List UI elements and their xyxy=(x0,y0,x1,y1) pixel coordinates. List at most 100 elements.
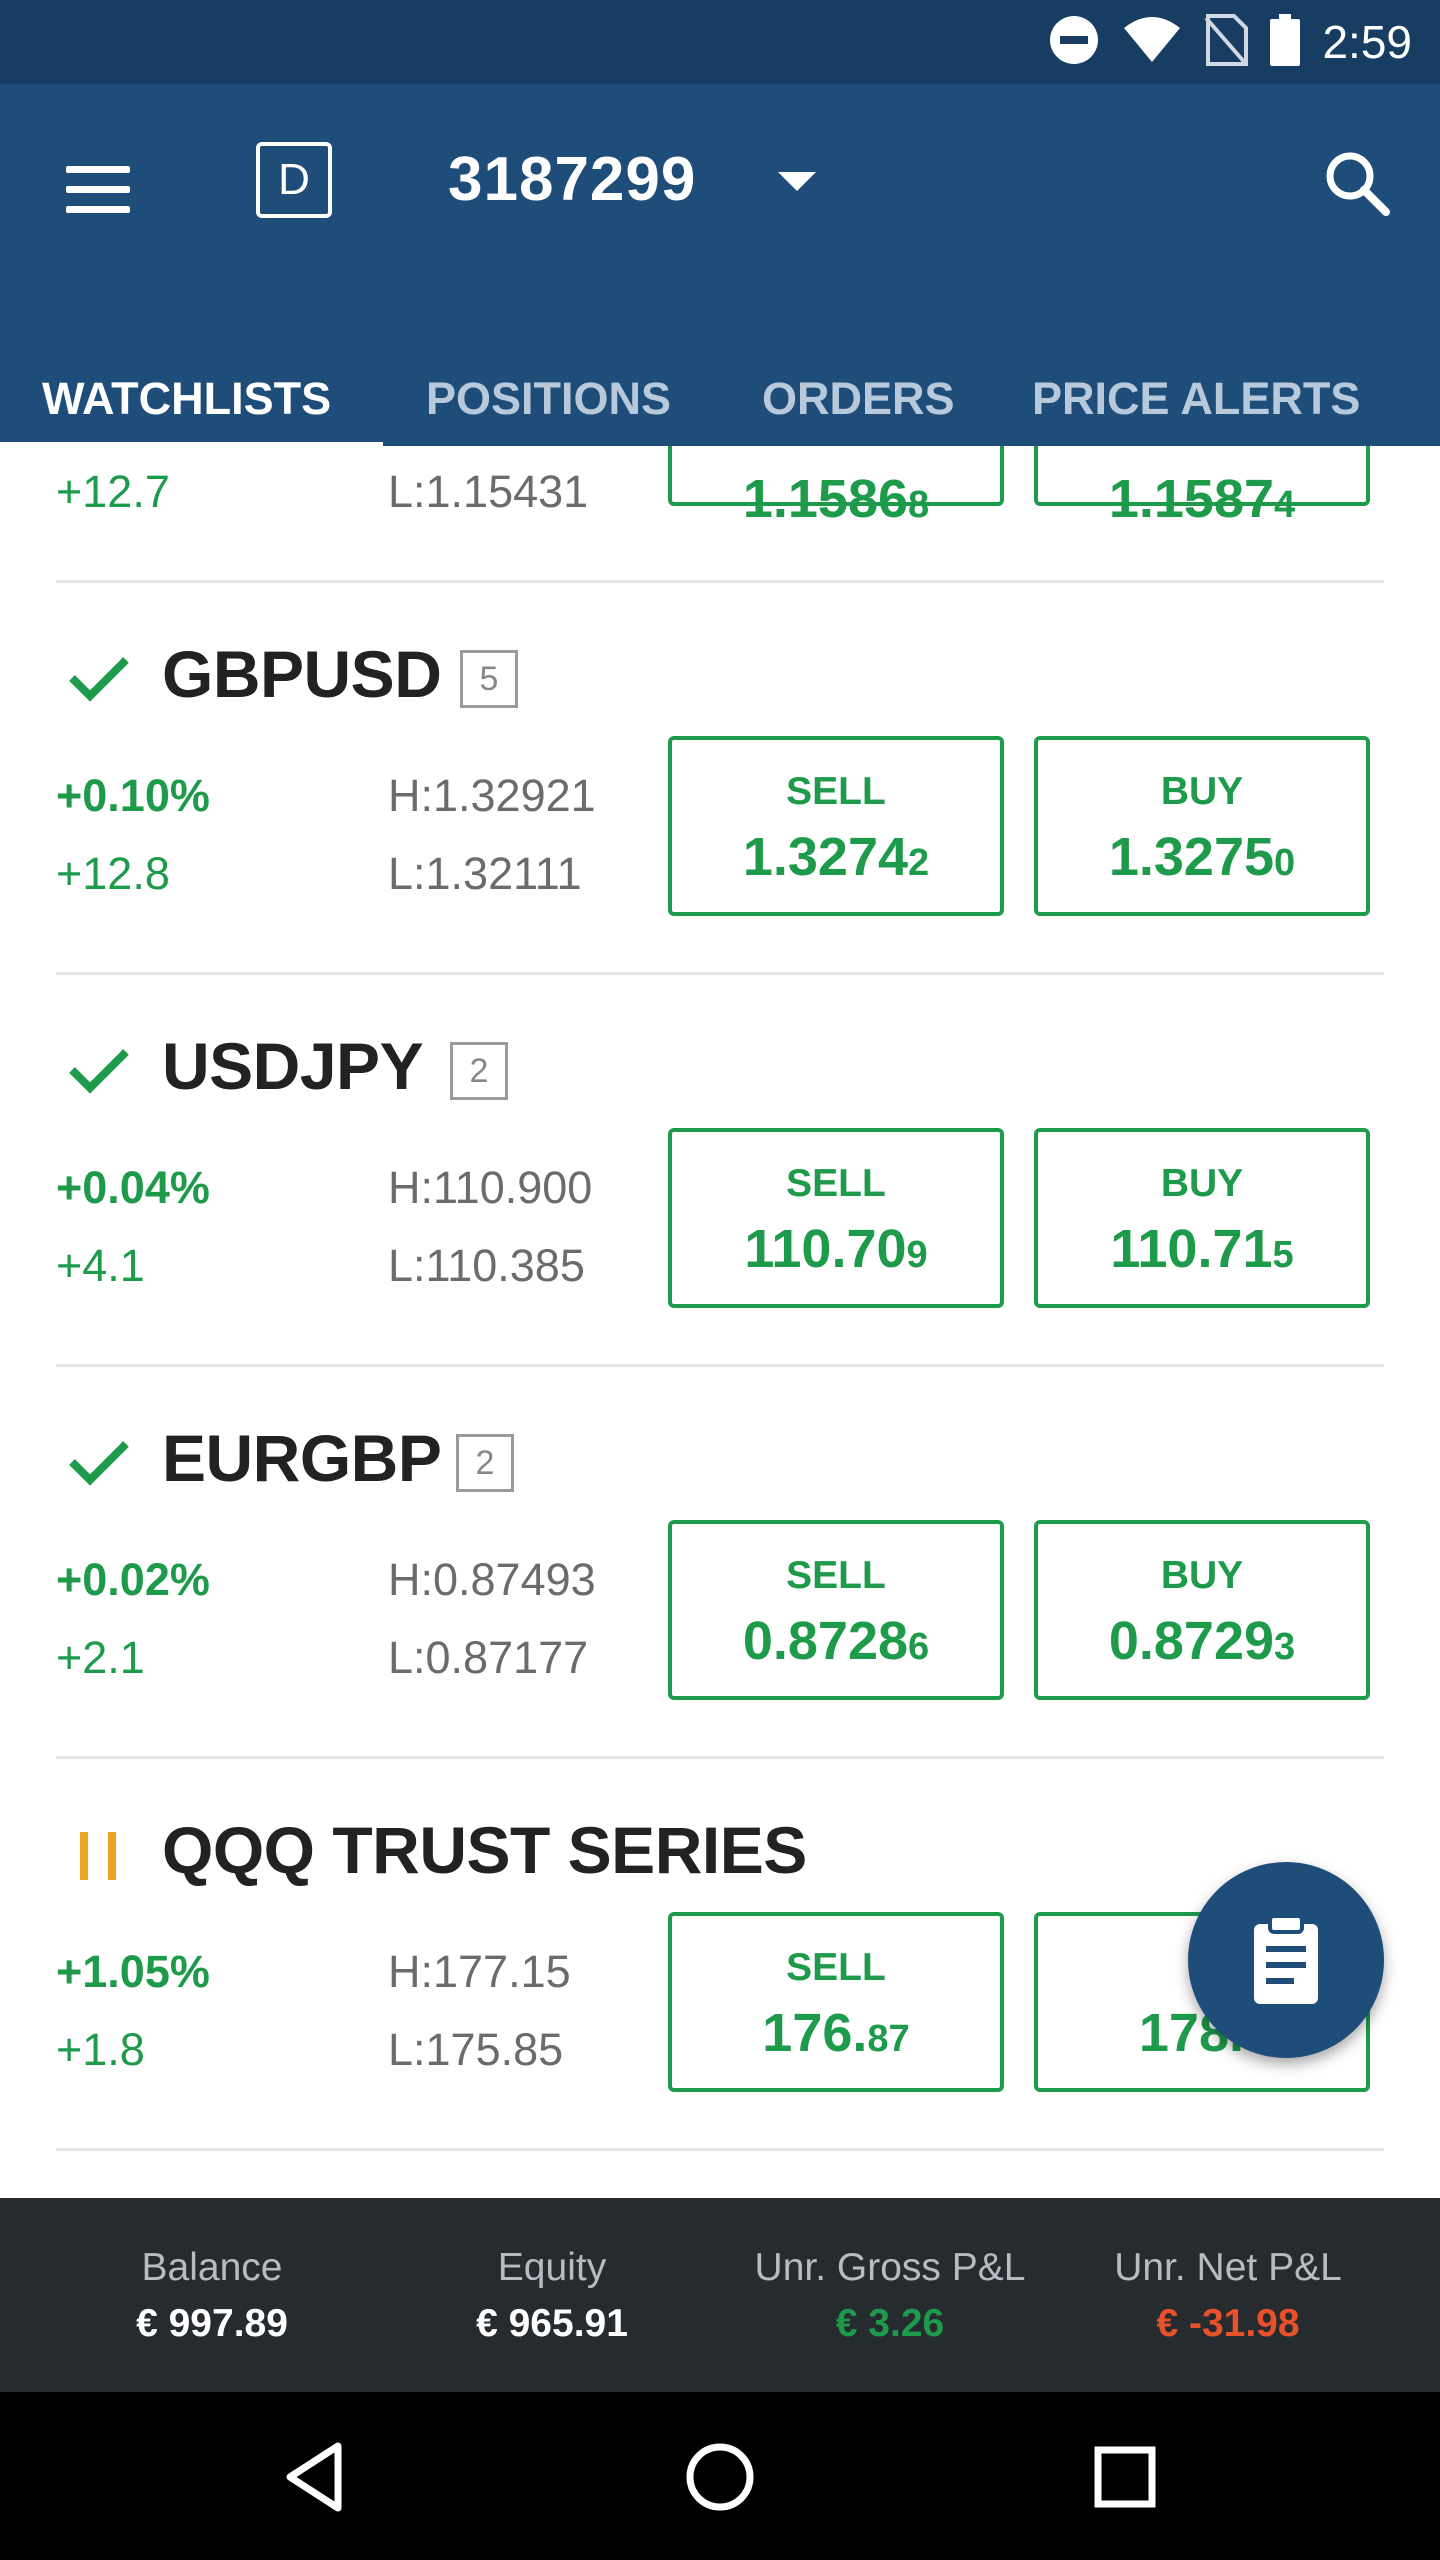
tab-bar: WATCHLISTS POSITIONS ORDERS PRICE ALERTS xyxy=(0,366,1440,446)
buy-price: 1.15874 xyxy=(1108,469,1296,529)
sell-button[interactable]: SELL 110.709 xyxy=(668,1128,1004,1308)
instrument-change: +12.8 xyxy=(56,848,170,899)
app-bar: D 3187299 WATCHLISTS POSITIONS ORDERS PR… xyxy=(0,84,1440,447)
list-item[interactable]: GBPUSD 5 +0.10% +12.8 H:1.32921 L:1.3211… xyxy=(0,584,1440,976)
balance-label: Balance xyxy=(141,2246,283,2289)
instrument-change: +12.7 xyxy=(56,466,170,517)
do-not-disturb-icon xyxy=(1048,14,1100,71)
back-icon xyxy=(286,2442,342,2512)
instrument-low: L:1.32111 xyxy=(388,848,582,899)
gross-pnl-value: € 3.26 xyxy=(835,2302,945,2345)
gross-pnl-label: Unr. Gross P&L xyxy=(754,2246,1026,2289)
check-icon xyxy=(69,1049,129,1094)
instrument-high: H:177.15 xyxy=(388,1946,571,1997)
order-ticket-fab[interactable] xyxy=(1188,1862,1384,2058)
system-nav-bar xyxy=(0,2392,1440,2560)
list-item[interactable]: +12.7 L:1.15431 1.15868 1.15874 xyxy=(0,446,1440,582)
instrument-percent-change: +0.02% xyxy=(56,1554,210,1605)
balance-value: € 997.89 xyxy=(136,2302,288,2345)
sell-label: SELL xyxy=(786,1554,886,1597)
instrument-symbol: USDJPY xyxy=(162,1029,424,1103)
net-pnl-label: Unr. Net P&L xyxy=(1114,2246,1342,2289)
recents-button[interactable] xyxy=(1080,2432,1170,2522)
recents-icon xyxy=(1094,2446,1156,2508)
sell-button[interactable]: SELL 176.87 xyxy=(668,1912,1004,2092)
home-icon xyxy=(686,2443,754,2511)
search-button[interactable] xyxy=(1318,144,1398,224)
equity-value: € 965.91 xyxy=(476,2302,628,2345)
check-icon xyxy=(69,1441,129,1486)
sell-price: 176.87 xyxy=(762,2003,910,2063)
sell-price: 1.32742 xyxy=(742,827,930,887)
instrument-percent-change: +1.05% xyxy=(56,1946,210,1997)
tab-price-alerts[interactable]: PRICE ALERTS xyxy=(1032,366,1360,446)
buy-label: BUY xyxy=(1160,1554,1244,1597)
sell-label: SELL xyxy=(786,1946,886,1989)
sell-label: SELL xyxy=(786,1162,886,1205)
gross-pnl-summary: Unr. Gross P&L € 3.26 xyxy=(720,2198,1060,2392)
balance-summary: Balance € 997.89 xyxy=(42,2198,382,2392)
wifi-icon xyxy=(1122,16,1182,69)
sell-price: 1.15868 xyxy=(742,469,930,529)
divider xyxy=(56,1364,1384,1367)
net-pnl-value: € -31.98 xyxy=(1156,2302,1300,2345)
instrument-low: L:1.15431 xyxy=(388,466,589,517)
instrument-high: H:110.900 xyxy=(388,1162,593,1213)
buy-button[interactable]: BUY 0.87293 xyxy=(1034,1520,1370,1700)
list-item[interactable]: USDJPY 2 +0.04% +4.1 H:110.900 L:110.385… xyxy=(0,976,1440,1368)
tab-orders[interactable]: ORDERS xyxy=(762,366,955,446)
market-closed-icon xyxy=(80,1832,120,1880)
instrument-high: H:0.87493 xyxy=(388,1554,596,1605)
net-pnl-summary: Unr. Net P&L € -31.98 xyxy=(1058,2198,1398,2392)
divider xyxy=(56,1756,1384,1759)
instrument-low: L:110.385 xyxy=(388,1240,585,1291)
buy-label: BUY xyxy=(1160,1162,1244,1205)
status-icons: 2:59 xyxy=(1048,0,1412,84)
instrument-symbol: GBPUSD xyxy=(162,637,442,711)
buy-price: 0.87293 xyxy=(1108,1611,1296,1671)
chevron-down-icon[interactable] xyxy=(778,172,816,191)
account-mode-badge[interactable]: D xyxy=(256,142,332,218)
battery-icon xyxy=(1270,13,1301,71)
account-summary: Balance € 997.89 Equity € 965.91 Unr. Gr… xyxy=(0,2198,1440,2392)
sell-label: SELL xyxy=(786,770,886,813)
search-icon xyxy=(1326,152,1390,216)
tab-positions[interactable]: POSITIONS xyxy=(426,366,671,446)
tab-watchlists[interactable]: WATCHLISTS xyxy=(42,366,331,446)
buy-button[interactable]: BUY 1.32750 xyxy=(1034,736,1370,916)
account-number[interactable]: 3187299 xyxy=(448,142,696,218)
instrument-symbol: QQQ TRUST SERIES xyxy=(162,1813,807,1887)
divider xyxy=(56,580,1384,583)
home-button[interactable] xyxy=(675,2432,765,2522)
menu-button[interactable] xyxy=(60,154,140,234)
instrument-change: +1.8 xyxy=(56,2024,145,2075)
instrument-change: +2.1 xyxy=(56,1632,145,1683)
instrument-low: L:175.85 xyxy=(388,2024,564,2075)
instrument-percent-change: +0.04% xyxy=(56,1162,210,1213)
no-sim-icon xyxy=(1204,13,1249,71)
clock: 2:59 xyxy=(1322,16,1412,68)
open-positions-count: 5 xyxy=(460,650,518,708)
instrument-symbol: EURGBP xyxy=(162,1421,442,1495)
equity-summary: Equity € 965.91 xyxy=(382,2198,722,2392)
buy-price: 110.715 xyxy=(1110,1219,1294,1279)
instrument-high: H:1.32921 xyxy=(388,770,596,821)
divider xyxy=(56,972,1384,975)
back-button[interactable] xyxy=(272,2432,362,2522)
buy-button[interactable]: 1.15874 xyxy=(1034,446,1370,529)
equity-label: Equity xyxy=(497,2246,607,2289)
check-icon xyxy=(69,657,129,702)
sell-button[interactable]: 1.15868 xyxy=(668,446,1004,529)
sell-button[interactable]: SELL 0.87286 xyxy=(668,1520,1004,1700)
buy-button[interactable]: BUY 110.715 xyxy=(1034,1128,1370,1308)
open-positions-count: 2 xyxy=(456,1434,514,1492)
sell-button[interactable]: SELL 1.32742 xyxy=(668,736,1004,916)
clipboard-icon xyxy=(1254,1914,1318,2004)
list-item[interactable]: EURGBP 2 +0.02% +2.1 H:0.87493 L:0.87177… xyxy=(0,1368,1440,1760)
divider xyxy=(56,2148,1384,2151)
status-bar: 2:59 xyxy=(0,0,1440,84)
open-positions-count: 2 xyxy=(450,1042,508,1100)
hamburger-icon xyxy=(66,166,130,173)
buy-price: 1.32750 xyxy=(1108,827,1296,887)
instrument-change: +4.1 xyxy=(56,1240,145,1291)
